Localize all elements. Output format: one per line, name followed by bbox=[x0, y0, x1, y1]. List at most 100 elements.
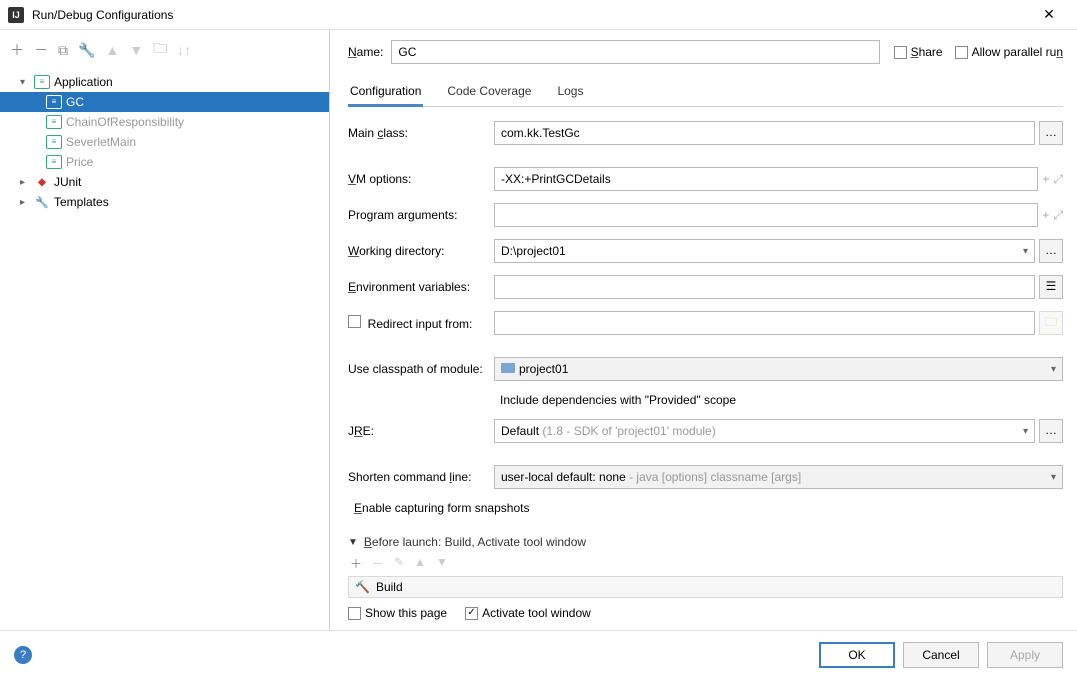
tab-logs[interactable]: Logs bbox=[555, 78, 585, 106]
folder-icon[interactable]: 🗀 bbox=[153, 38, 167, 62]
application-icon: ≡ bbox=[34, 75, 50, 89]
list-button[interactable]: ☰ bbox=[1039, 275, 1063, 299]
vm-options-label: VM options: bbox=[348, 172, 494, 186]
application-icon: ≡ bbox=[46, 115, 62, 129]
module-icon bbox=[501, 363, 515, 373]
tree-label: Price bbox=[66, 155, 93, 169]
before-launch-list: 🔨 Build bbox=[348, 576, 1063, 598]
tree-node-application[interactable]: ▾ ≡ Application bbox=[0, 72, 329, 92]
show-this-page-checkbox[interactable]: Show this page bbox=[348, 606, 447, 620]
before-launch-header[interactable]: ▼ Before launch: Build, Activate tool wi… bbox=[348, 535, 1063, 549]
include-provided-label: Include dependencies with "Provided" sco… bbox=[500, 393, 736, 407]
remove-icon[interactable]: － bbox=[372, 555, 384, 572]
allow-parallel-checkbox[interactable]: Allow parallel run bbox=[955, 45, 1063, 59]
shorten-select[interactable]: user-local default: none - java [options… bbox=[494, 465, 1063, 489]
down-icon[interactable]: ▼ bbox=[436, 555, 448, 572]
add-icon[interactable]: ＋ bbox=[350, 555, 362, 572]
chevron-down-icon: ▾ bbox=[20, 77, 34, 88]
up-icon[interactable]: ▲ bbox=[414, 555, 426, 572]
footer: ? OK Cancel Apply bbox=[0, 630, 1077, 678]
chevron-right-icon: ▸ bbox=[20, 197, 34, 208]
cancel-button[interactable]: Cancel bbox=[903, 642, 979, 668]
tree-item[interactable]: ≡ ChainOfResponsibility bbox=[0, 112, 329, 132]
tree-item-gc[interactable]: ≡ GC bbox=[0, 92, 329, 112]
browse-button[interactable]: … bbox=[1039, 419, 1063, 443]
jre-hint: (1.8 - SDK of 'project01' module) bbox=[542, 424, 715, 438]
window-title: Run/Debug Configurations bbox=[32, 8, 1029, 22]
classpath-select[interactable]: project01 ▾ bbox=[494, 357, 1063, 381]
down-icon[interactable]: ▼ bbox=[129, 42, 143, 58]
templates-icon bbox=[34, 195, 50, 209]
tree-label: SeverletMain bbox=[66, 135, 136, 149]
application-icon: ≡ bbox=[46, 95, 62, 109]
up-icon[interactable]: ▲ bbox=[105, 42, 119, 58]
plus-icon[interactable]: + bbox=[1042, 208, 1049, 223]
right-panel: Name: Share Allow parallel run Configura… bbox=[330, 30, 1077, 630]
app-icon: IJ bbox=[8, 7, 24, 23]
tree-label: Templates bbox=[54, 195, 109, 209]
junit-icon: ◆ bbox=[34, 175, 50, 189]
chevron-down-icon: ▾ bbox=[1023, 426, 1028, 437]
before-launch-toolbar: ＋ － ✎ ▲ ▼ bbox=[348, 555, 1063, 572]
env-vars-label: Environment variables: bbox=[348, 280, 494, 294]
env-vars-input[interactable] bbox=[494, 275, 1035, 299]
classpath-value: project01 bbox=[519, 362, 568, 376]
ok-button[interactable]: OK bbox=[819, 642, 895, 668]
tree-node-junit[interactable]: ▸ ◆ JUnit bbox=[0, 172, 329, 192]
tree-node-templates[interactable]: ▸ Templates bbox=[0, 192, 329, 212]
working-dir-input[interactable]: D:\project01 ▾ bbox=[494, 239, 1035, 263]
tree-label: JUnit bbox=[54, 175, 81, 189]
main-class-label: Main class: bbox=[348, 126, 494, 140]
enable-snapshots-label: Enable capturing form snapshots bbox=[354, 501, 529, 515]
activate-tool-window-checkbox[interactable]: ✓ Activate tool window bbox=[465, 606, 591, 620]
checkbox-icon bbox=[348, 607, 361, 620]
program-args-input[interactable] bbox=[494, 203, 1038, 227]
remove-icon[interactable]: － bbox=[34, 40, 48, 60]
close-icon[interactable]: ✕ bbox=[1029, 6, 1069, 23]
tabs: Configuration Code Coverage Logs bbox=[348, 78, 1063, 107]
apply-button[interactable]: Apply bbox=[987, 642, 1063, 668]
browse-button[interactable]: … bbox=[1039, 239, 1063, 263]
folder-icon[interactable]: 🗀 bbox=[1039, 311, 1063, 335]
program-args-label: Program arguments: bbox=[348, 208, 494, 222]
browse-button[interactable]: … bbox=[1039, 121, 1063, 145]
edit-icon[interactable]: ✎ bbox=[394, 555, 404, 572]
expand-icon[interactable]: ⤢ bbox=[1053, 172, 1063, 187]
application-icon: ≡ bbox=[46, 155, 62, 169]
left-panel: ＋ － ⧉ 🔧 ▲ ▼ 🗀 ↓↑ ▾ ≡ Application ≡ GC ≡ … bbox=[0, 30, 330, 630]
wrench-icon[interactable]: 🔧 bbox=[78, 42, 95, 59]
name-input[interactable] bbox=[391, 40, 879, 64]
chevron-down-icon: ▾ bbox=[1051, 364, 1056, 375]
sort-icon[interactable]: ↓↑ bbox=[177, 42, 191, 58]
before-launch-item[interactable]: 🔨 Build bbox=[349, 577, 1062, 597]
checkbox-icon[interactable] bbox=[348, 315, 361, 328]
config-tree: ▾ ≡ Application ≡ GC ≡ ChainOfResponsibi… bbox=[0, 68, 329, 630]
share-checkbox[interactable]: Share bbox=[894, 45, 943, 59]
tab-code-coverage[interactable]: Code Coverage bbox=[445, 78, 533, 106]
main-class-input[interactable] bbox=[494, 121, 1035, 145]
classpath-label: Use classpath of module: bbox=[348, 362, 494, 376]
plus-icon[interactable]: + bbox=[1042, 172, 1049, 187]
name-label: Name: bbox=[348, 45, 383, 59]
expand-icon[interactable]: ⤢ bbox=[1053, 208, 1063, 223]
build-label: Build bbox=[376, 580, 403, 594]
shorten-label: Shorten command line: bbox=[348, 470, 494, 484]
tree-label: ChainOfResponsibility bbox=[66, 115, 184, 129]
titlebar: IJ Run/Debug Configurations ✕ bbox=[0, 0, 1077, 30]
tree-item[interactable]: ≡ SeverletMain bbox=[0, 132, 329, 152]
shorten-hint: - java [options] classname [args] bbox=[629, 470, 801, 484]
help-icon[interactable]: ? bbox=[14, 646, 32, 664]
checkbox-icon bbox=[894, 46, 907, 59]
working-dir-label: Working directory: bbox=[348, 244, 494, 258]
shorten-value: user-local default: none bbox=[501, 470, 626, 484]
hammer-icon: 🔨 bbox=[355, 580, 370, 594]
chevron-down-icon: ▼ bbox=[348, 537, 358, 548]
chevron-down-icon: ▾ bbox=[1023, 246, 1028, 257]
add-icon[interactable]: ＋ bbox=[10, 40, 24, 60]
jre-value: Default bbox=[501, 424, 539, 438]
tree-item[interactable]: ≡ Price bbox=[0, 152, 329, 172]
vm-options-input[interactable] bbox=[494, 167, 1038, 191]
copy-icon[interactable]: ⧉ bbox=[58, 42, 68, 59]
tab-configuration[interactable]: Configuration bbox=[348, 78, 423, 107]
jre-select[interactable]: Default (1.8 - SDK of 'project01' module… bbox=[494, 419, 1035, 443]
